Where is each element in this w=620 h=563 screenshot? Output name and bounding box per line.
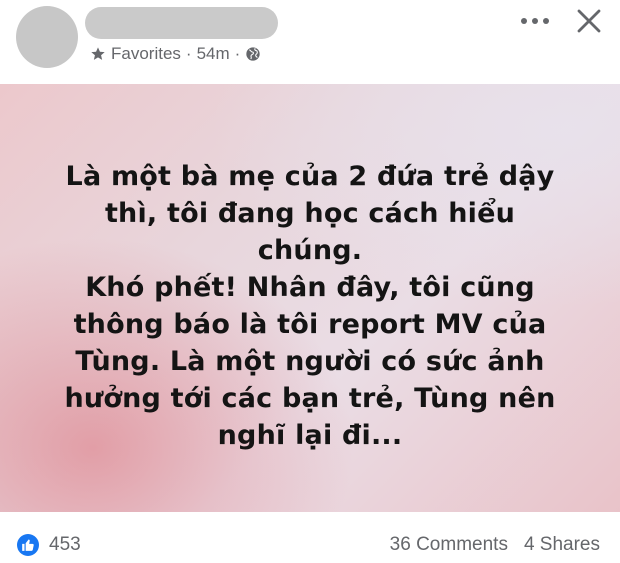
audience-label[interactable]: Favorites <box>111 44 181 64</box>
comments-count[interactable]: 36 Comments <box>390 534 508 556</box>
post-meta: Favorites · 54m · <box>90 43 261 65</box>
more-icon <box>521 18 549 24</box>
like-reaction-icon[interactable] <box>17 534 39 556</box>
meta-separator: · <box>234 44 241 63</box>
post-text: Là một bà mẹ của 2 đứa trẻ dậy thì, tôi … <box>64 161 556 451</box>
close-icon <box>577 9 601 33</box>
post-time[interactable]: 54m <box>197 44 230 64</box>
close-button[interactable] <box>572 4 606 38</box>
more-options-button[interactable] <box>519 8 551 34</box>
meta-separator: · <box>185 44 192 63</box>
star-icon <box>91 47 105 60</box>
author-name-redacted[interactable] <box>85 7 278 39</box>
like-count[interactable]: 453 <box>49 534 81 556</box>
globe-icon <box>246 47 261 61</box>
avatar[interactable] <box>16 6 78 68</box>
post-stats: 36 Comments 4 Shares <box>390 534 600 556</box>
post-footer: 453 36 Comments 4 Shares <box>0 512 620 563</box>
shares-count[interactable]: 4 Shares <box>524 534 600 556</box>
thumbs-up-icon <box>22 539 34 551</box>
post-header: Favorites · 54m · <box>0 0 620 84</box>
